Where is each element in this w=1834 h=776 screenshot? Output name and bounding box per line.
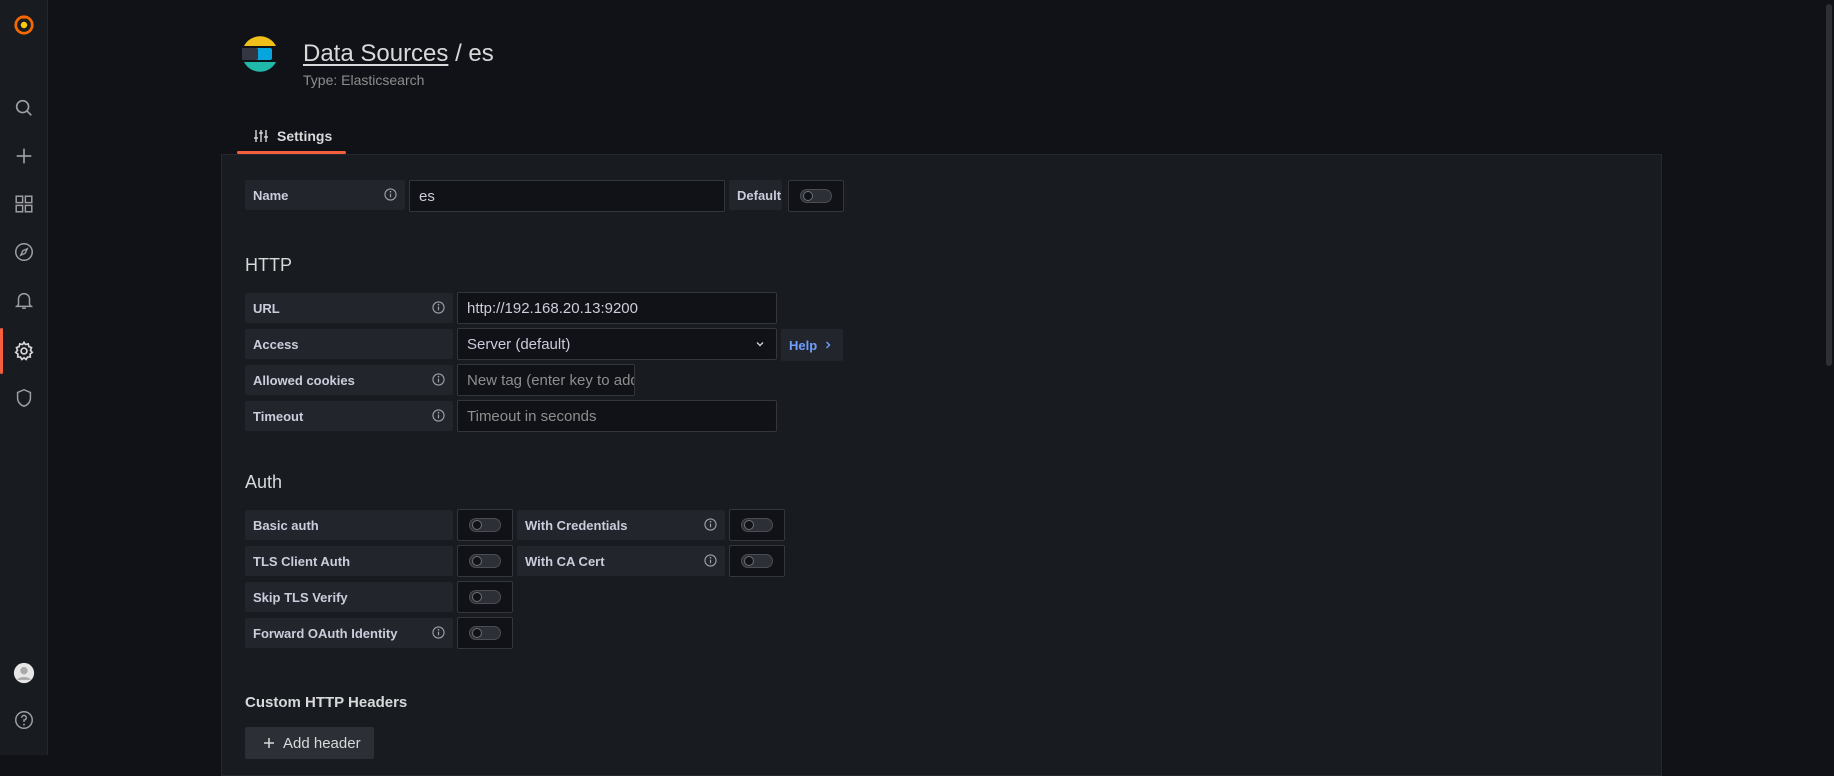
help-button[interactable]: Help — [781, 329, 843, 361]
add-header-button[interactable]: Add header — [245, 727, 374, 759]
alerting-bell-icon[interactable] — [0, 280, 47, 320]
info-icon[interactable] — [704, 554, 717, 567]
default-toggle[interactable] — [800, 189, 832, 203]
user-avatar-icon[interactable] — [0, 653, 47, 693]
skip-tls-verify-label: Skip TLS Verify — [245, 582, 453, 612]
explore-icon[interactable] — [0, 232, 47, 272]
default-label: Default — [729, 180, 782, 210]
custom-headers-title: Custom HTTP Headers — [245, 694, 408, 711]
tls-client-auth-toggle[interactable] — [469, 554, 501, 568]
datasource-type: Type: Elasticsearch — [303, 72, 425, 88]
http-section-title: HTTP — [245, 255, 292, 275]
timeout-label: Timeout — [245, 401, 453, 431]
name-label: Name — [245, 180, 405, 210]
tab-label: Settings — [277, 128, 333, 144]
chevron-down-icon — [756, 342, 764, 347]
plus-icon[interactable] — [0, 136, 47, 176]
name-input[interactable]: es — [409, 180, 725, 212]
with-ca-cert-toggle[interactable] — [741, 554, 773, 568]
access-label: Access — [245, 329, 453, 359]
allowed-cookies-label: Allowed cookies — [245, 365, 453, 395]
page-scrollbar[interactable] — [1824, 0, 1834, 755]
chevron-right-icon — [826, 341, 831, 349]
sliders-icon — [254, 130, 268, 142]
info-icon[interactable] — [432, 373, 445, 386]
with-ca-cert-label: With CA Cert — [517, 546, 725, 576]
with-credentials-toggle[interactable] — [741, 518, 773, 532]
skip-tls-verify-toggle[interactable] — [469, 590, 501, 604]
allowed-cookies-input[interactable]: New tag (enter key to add — [457, 364, 635, 396]
info-icon[interactable] — [432, 409, 445, 422]
configuration-gear-icon[interactable] — [0, 331, 47, 371]
plus-icon — [264, 738, 274, 748]
info-icon[interactable] — [432, 626, 445, 639]
breadcrumb-data-sources-link[interactable]: Data Sources — [303, 40, 448, 67]
tls-client-auth-label: TLS Client Auth — [245, 546, 453, 576]
basic-auth-label: Basic auth — [245, 510, 453, 540]
access-selected-value: Server (default) — [467, 335, 571, 353]
breadcrumb-separator: / — [448, 40, 469, 67]
tab-settings[interactable]: Settings — [237, 118, 346, 154]
forward-oauth-toggle[interactable] — [469, 626, 501, 640]
skip-tls-verify-toggle-box — [457, 581, 513, 613]
help-icon[interactable] — [0, 700, 47, 740]
server-admin-shield-icon[interactable] — [0, 378, 47, 418]
search-icon[interactable] — [0, 88, 47, 128]
settings-panel — [221, 154, 1662, 776]
basic-auth-toggle[interactable] — [469, 518, 501, 532]
forward-oauth-label: Forward OAuth Identity — [245, 618, 453, 648]
basic-auth-toggle-box — [457, 509, 513, 541]
url-input[interactable]: http://192.168.20.13:9200 — [457, 292, 777, 324]
default-toggle-box — [788, 180, 844, 212]
scrollbar-thumb[interactable] — [1826, 4, 1832, 366]
datasource-name-title: es — [468, 40, 494, 67]
info-icon[interactable] — [704, 518, 717, 531]
forward-oauth-toggle-box — [457, 617, 513, 649]
auth-section-title: Auth — [245, 472, 283, 492]
with-ca-cert-toggle-box — [729, 545, 785, 577]
with-credentials-toggle-box — [729, 509, 785, 541]
url-label: URL — [245, 293, 453, 323]
info-icon[interactable] — [432, 301, 445, 314]
dashboards-icon[interactable] — [0, 184, 47, 224]
info-icon[interactable] — [384, 188, 397, 201]
side-nav — [0, 0, 48, 755]
timeout-input[interactable]: Timeout in seconds — [457, 400, 777, 432]
access-select[interactable]: Server (default) — [457, 328, 777, 360]
page-title: Data Sources / es — [303, 40, 494, 68]
tls-client-auth-toggle-box — [457, 545, 513, 577]
with-credentials-label: With Credentials — [517, 510, 725, 540]
grafana-logo-icon[interactable] — [0, 5, 47, 45]
elasticsearch-logo-icon — [242, 36, 276, 72]
